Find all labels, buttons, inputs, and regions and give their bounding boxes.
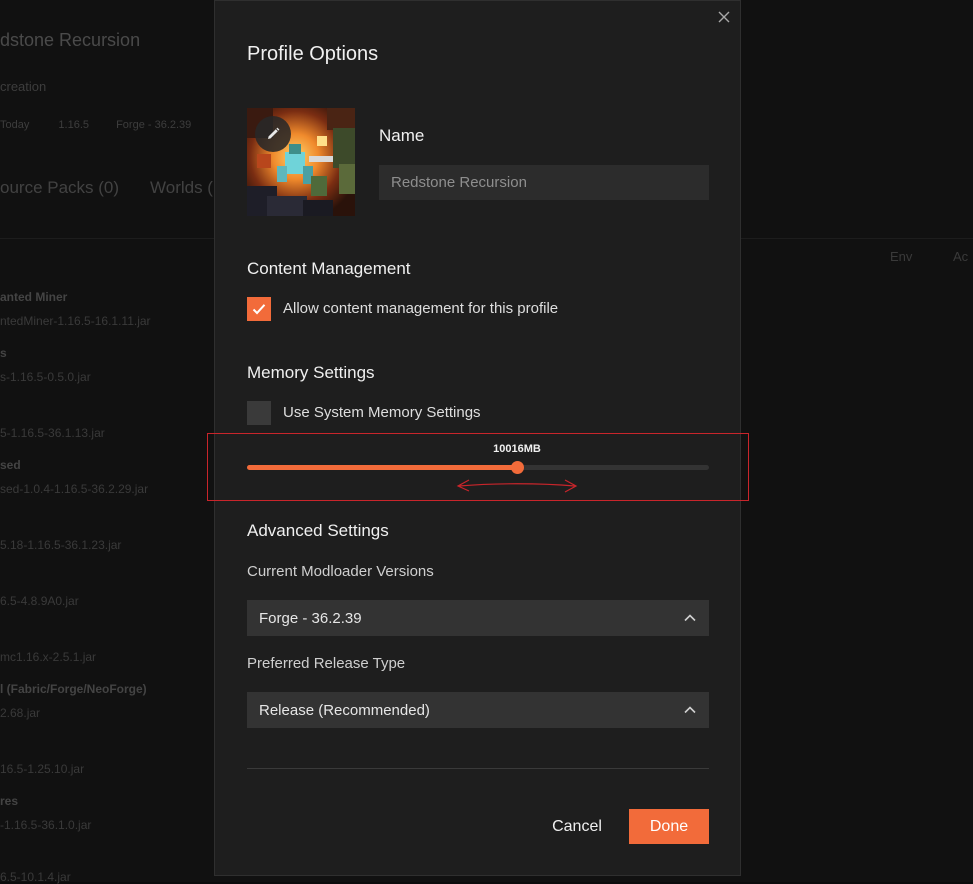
- modloader-value: Forge - 36.2.39: [259, 609, 362, 627]
- chevron-up-icon: [684, 614, 696, 622]
- content-management-checkbox[interactable]: [247, 297, 271, 321]
- bg-column-actions: Ac: [953, 249, 969, 264]
- footer-divider: [247, 768, 709, 769]
- system-memory-label: Use System Memory Settings: [283, 404, 481, 421]
- bg-row-file: 5-1.16.5-36.1.13.jar: [0, 426, 105, 440]
- bg-row-file: sed-1.0.4-1.16.5-36.2.29.jar: [0, 482, 149, 496]
- cancel-button[interactable]: Cancel: [541, 809, 613, 844]
- pencil-icon: [268, 127, 280, 139]
- system-memory-checkbox[interactable]: [247, 401, 271, 425]
- bg-profile-subtitle: creation: [0, 79, 47, 94]
- bg-tab-resource-packs: ource Packs (0): [0, 178, 120, 197]
- bg-row-file: 2.68.jar: [0, 706, 41, 720]
- annotation-double-arrow-icon: [456, 479, 578, 493]
- close-icon: [718, 11, 730, 23]
- bg-profile-meta: Today 1.16.5 Forge - 36.2.39: [0, 119, 205, 131]
- release-type-select[interactable]: Release (Recommended): [247, 692, 709, 728]
- bg-row-file: mc1.16.x-2.5.1.jar: [0, 650, 97, 664]
- close-button[interactable]: [716, 9, 732, 25]
- chevron-up-icon: [684, 706, 696, 714]
- bg-row-file: s-1.16.5-0.5.0.jar: [0, 370, 91, 384]
- edit-image-button[interactable]: [255, 116, 291, 152]
- profile-image[interactable]: [247, 108, 355, 216]
- bg-updated: Today: [0, 119, 30, 131]
- profile-name-input[interactable]: [379, 165, 709, 200]
- bg-row-file: 5.18-1.16.5-36.1.23.jar: [0, 538, 122, 552]
- bg-game-version: 1.16.5: [58, 119, 90, 131]
- bg-row-file: ntedMiner-1.16.5-16.1.11.jar: [0, 314, 151, 328]
- content-management-heading: Content Management: [247, 259, 411, 278]
- bg-row-name: s: [0, 346, 7, 360]
- bg-row-name: res: [0, 794, 19, 808]
- memory-settings-heading: Memory Settings: [247, 363, 375, 382]
- release-type-label: Preferred Release Type: [247, 655, 406, 672]
- bg-row-file: 16.5-1.25.10.jar: [0, 762, 85, 776]
- dialog-title: Profile Options: [247, 43, 379, 65]
- bg-row-name: anted Miner: [0, 290, 68, 304]
- check-icon: [252, 304, 266, 315]
- name-label: Name: [379, 126, 425, 145]
- bg-profile-title: dstone Recursion: [0, 30, 141, 50]
- advanced-settings-heading: Advanced Settings: [247, 521, 389, 540]
- bg-row-file: 6.5-4.8.9A0.jar: [0, 594, 79, 608]
- bg-row-name: l (Fabric/Forge/NeoForge): [0, 682, 147, 696]
- bg-loader: Forge - 36.2.39: [116, 119, 192, 131]
- release-type-value: Release (Recommended): [259, 701, 430, 719]
- content-management-label: Allow content management for this profil…: [283, 300, 559, 317]
- bg-row-name: sed: [0, 458, 21, 472]
- bg-row-file: -1.16.5-36.1.0.jar: [0, 818, 92, 832]
- bg-column-env: Env: [890, 249, 913, 264]
- modloader-label: Current Modloader Versions: [247, 563, 434, 580]
- modloader-select[interactable]: Forge - 36.2.39: [247, 600, 709, 636]
- done-button[interactable]: Done: [629, 809, 709, 844]
- bg-tab-worlds: Worlds (: [150, 178, 213, 197]
- profile-options-dialog: Profile Options Name Redstone Recursion …: [207, 0, 749, 876]
